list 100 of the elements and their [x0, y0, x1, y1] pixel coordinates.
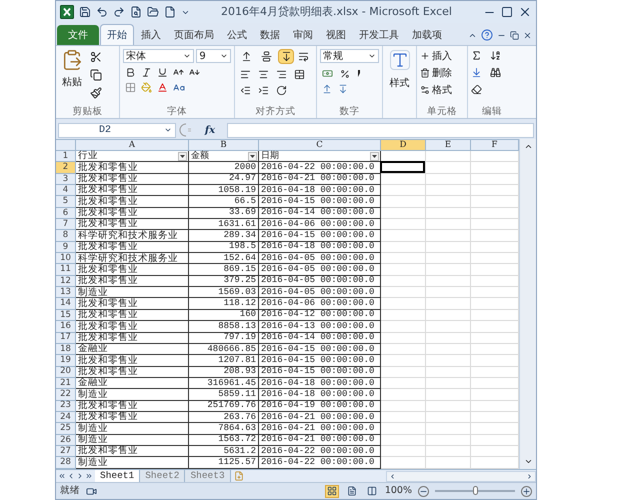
row-header[interactable]: 22 — [56, 389, 76, 401]
delete-button[interactable]: 删除 — [420, 66, 464, 80]
ribbon-tab[interactable]: 页面布局 — [168, 25, 220, 45]
insert-function-button[interactable]: fx — [196, 122, 224, 138]
sum-icon[interactable] — [471, 50, 482, 61]
ribbon-tab[interactable]: 开发工具 — [353, 25, 405, 45]
maximize-icon[interactable] — [501, 6, 513, 18]
previous-sheet-icon[interactable] — [67, 472, 75, 480]
row-header[interactable]: 4 — [56, 185, 76, 196]
wrap-text-icon[interactable] — [298, 51, 309, 62]
merge-cells-icon[interactable] — [294, 69, 305, 80]
row-header[interactable]: 2 — [56, 162, 76, 174]
column-header[interactable]: A — [76, 140, 189, 150]
next-sheet-icon[interactable] — [76, 472, 84, 480]
ribbon-tab[interactable]: 数据 — [254, 25, 286, 45]
scroll-down-icon[interactable] — [524, 457, 532, 466]
row-header[interactable]: 18 — [56, 344, 76, 356]
vertical-align-button[interactable] — [278, 49, 294, 64]
excel-logo-icon[interactable] — [60, 5, 74, 19]
ribbon-tab[interactable]: 视图 — [320, 25, 352, 45]
print-preview-icon[interactable] — [130, 6, 142, 18]
fill-icon[interactable] — [471, 67, 482, 78]
scroll-right-icon[interactable] — [526, 472, 533, 480]
insert-button[interactable]: 插入 — [420, 49, 464, 63]
restore-icon[interactable] — [510, 30, 519, 40]
column-header[interactable]: D — [381, 140, 426, 150]
row-header[interactable]: 20 — [56, 366, 76, 378]
bold-icon[interactable] — [125, 67, 136, 78]
undo-icon[interactable] — [96, 6, 108, 18]
filter-button[interactable] — [248, 152, 257, 161]
name-box[interactable]: D2 — [58, 122, 176, 138]
decrease-decimal-icon[interactable] — [338, 84, 348, 94]
percent-icon[interactable] — [340, 68, 350, 78]
row-header[interactable]: 27 — [56, 446, 76, 458]
row-header[interactable]: 25 — [56, 423, 76, 435]
column-header[interactable]: B — [189, 140, 259, 150]
row-header[interactable]: 8 — [56, 230, 76, 242]
new-file-icon[interactable] — [164, 6, 176, 18]
align-right-icon[interactable] — [276, 69, 287, 80]
font-name-field[interactable]: 宋体 — [123, 49, 194, 63]
close-icon[interactable] — [518, 5, 532, 19]
row-header[interactable]: 7 — [56, 219, 76, 230]
sort-filter-icon[interactable] — [490, 50, 501, 61]
clear-icon[interactable] — [471, 84, 482, 95]
record-macro-icon[interactable] — [86, 486, 97, 496]
view-button[interactable] — [324, 484, 339, 498]
paste-button[interactable]: 粘贴 — [59, 49, 85, 106]
row-header[interactable]: 10 — [56, 253, 76, 264]
row-header[interactable]: 14 — [56, 298, 76, 310]
save-icon[interactable] — [79, 6, 91, 18]
comma-style-icon[interactable] — [357, 70, 361, 77]
increase-indent-icon[interactable] — [258, 85, 269, 96]
ribbon-tab[interactable]: 插入 — [135, 25, 167, 45]
copy-icon[interactable] — [90, 69, 102, 81]
orientation-icon[interactable] — [276, 85, 287, 96]
column-header[interactable]: E — [426, 140, 471, 150]
row-header[interactable]: 3 — [56, 174, 76, 186]
format-painter-icon[interactable] — [90, 87, 102, 99]
row-header[interactable]: 16 — [56, 321, 76, 332]
decrease-indent-icon[interactable] — [240, 85, 251, 96]
borders-icon[interactable] — [125, 82, 136, 93]
filter-button[interactable] — [370, 152, 379, 161]
scroll-left-icon[interactable] — [389, 472, 396, 480]
sheet-tab[interactable]: Sheet2 — [140, 470, 186, 482]
ribbon-tab[interactable]: 开始 — [100, 24, 134, 45]
row-header[interactable]: 28 — [56, 457, 76, 469]
row-header[interactable]: 17 — [56, 332, 76, 344]
row-header[interactable]: 5 — [56, 196, 76, 208]
row-header[interactable]: 12 — [56, 276, 76, 288]
row-header[interactable]: 23 — [56, 400, 76, 412]
cut-icon[interactable] — [90, 51, 102, 63]
font-size-field[interactable]: 9 — [196, 49, 231, 63]
file-tab[interactable]: 文件 — [57, 25, 99, 45]
sheet-tab[interactable]: Sheet1 — [95, 470, 140, 482]
underline-icon[interactable] — [157, 67, 168, 78]
filter-button[interactable] — [178, 152, 187, 161]
insert-sheet-icon[interactable] — [234, 471, 244, 481]
row-header[interactable]: 13 — [56, 287, 76, 298]
zoom-in-icon[interactable] — [521, 486, 532, 496]
increase-decimal-icon[interactable] — [322, 84, 332, 94]
row-header[interactable]: 6 — [56, 208, 76, 220]
font-color-icon[interactable] — [157, 82, 168, 93]
row-header[interactable]: 9 — [56, 242, 76, 254]
italic-icon[interactable] — [141, 67, 152, 78]
redo-icon[interactable] — [113, 6, 125, 18]
currency-icon[interactable] — [322, 68, 333, 79]
sheet-tab[interactable]: Sheet3 — [185, 470, 231, 482]
help-icon[interactable] — [481, 29, 493, 41]
formula-field[interactable] — [227, 122, 534, 138]
last-sheet-icon[interactable] — [85, 472, 93, 480]
row-header[interactable]: 21 — [56, 378, 76, 390]
align-left-icon[interactable] — [240, 69, 251, 80]
close-icon[interactable] — [523, 30, 532, 40]
row-header[interactable]: 24 — [56, 412, 76, 424]
horizontal-scrollbar[interactable] — [386, 470, 536, 482]
row-header[interactable]: 15 — [56, 310, 76, 322]
align-center-icon[interactable] — [258, 69, 269, 80]
ribbon-tab[interactable]: 审阅 — [287, 25, 319, 45]
vertical-scrollbar[interactable] — [519, 139, 536, 469]
first-sheet-icon[interactable] — [58, 472, 66, 480]
